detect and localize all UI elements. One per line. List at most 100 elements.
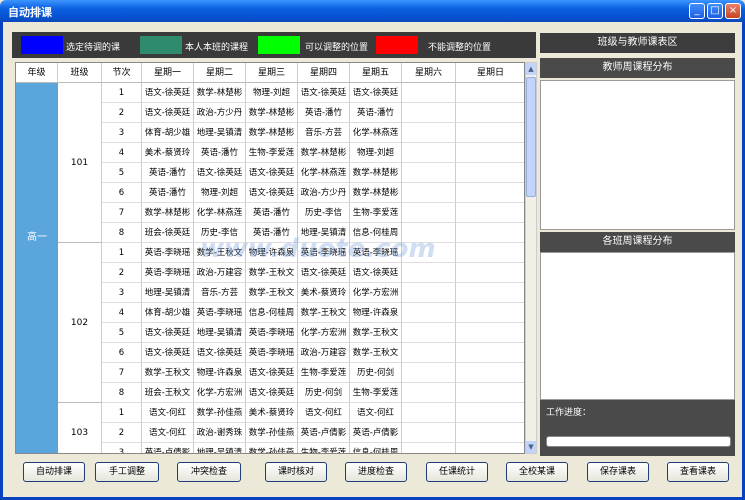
lesson-cell[interactable]: 英语-卢倩影 xyxy=(298,423,350,443)
lesson-cell[interactable]: 英语-李晓瑶 xyxy=(246,343,298,363)
lesson-cell[interactable] xyxy=(402,263,456,283)
lesson-cell[interactable] xyxy=(456,243,524,263)
teacher-week-distribution[interactable] xyxy=(540,80,735,230)
lesson-cell[interactable]: 语文-徐英廷 xyxy=(246,383,298,403)
lesson-cell[interactable]: 生物-李爱莲 xyxy=(350,383,402,403)
lesson-cell[interactable]: 语文-何红 xyxy=(350,403,402,423)
lesson-cell[interactable] xyxy=(402,103,456,123)
lesson-cell[interactable] xyxy=(402,283,456,303)
lesson-cell[interactable]: 语文-何红 xyxy=(298,403,350,423)
lesson-cell[interactable]: 体育-胡少雄 xyxy=(142,303,194,323)
lesson-cell[interactable]: 体育-胡少雄 xyxy=(142,123,194,143)
lesson-cell[interactable]: 语文-徐英廷 xyxy=(142,103,194,123)
lesson-cell[interactable]: 生物-李爱莲 xyxy=(246,143,298,163)
lesson-cell[interactable]: 数学-林楚彬 xyxy=(246,123,298,143)
lesson-cell[interactable] xyxy=(402,163,456,183)
grid-vertical-scrollbar[interactable]: ▲ ▼ xyxy=(525,62,537,454)
minimize-button[interactable]: _ xyxy=(689,3,705,19)
lesson-cell[interactable]: 数学-王秋文 xyxy=(298,303,350,323)
lesson-cell[interactable]: 数学-林楚彬 xyxy=(350,163,402,183)
lesson-cell[interactable] xyxy=(402,443,456,453)
lesson-cell[interactable]: 班会-王秋文 xyxy=(142,383,194,403)
lesson-cell[interactable]: 数学-林楚彬 xyxy=(194,83,246,103)
lesson-cell[interactable]: 音乐-方芸 xyxy=(194,283,246,303)
lesson-cell[interactable]: 英语-李晓瑶 xyxy=(246,323,298,343)
lesson-cell[interactable] xyxy=(402,303,456,323)
lesson-cell[interactable] xyxy=(402,183,456,203)
lesson-cell[interactable]: 信息-何桂周 xyxy=(246,303,298,323)
lesson-cell[interactable]: 语文-徐英廷 xyxy=(350,263,402,283)
lesson-cell[interactable]: 数学-林楚彬 xyxy=(298,143,350,163)
lesson-cell[interactable] xyxy=(456,163,524,183)
lesson-cell[interactable] xyxy=(402,323,456,343)
lesson-cell[interactable] xyxy=(456,83,524,103)
lesson-cell[interactable]: 数学-林楚彬 xyxy=(142,203,194,223)
lesson-cell[interactable] xyxy=(456,383,524,403)
lesson-cell[interactable] xyxy=(456,143,524,163)
lesson-cell[interactable]: 信息-何桂周 xyxy=(350,443,402,453)
lesson-cell[interactable]: 语文-徐英廷 xyxy=(142,343,194,363)
scroll-thumb[interactable] xyxy=(526,77,536,197)
lesson-cell[interactable]: 英语-潘竹 xyxy=(246,203,298,223)
lesson-cell[interactable]: 地理-吴镇清 xyxy=(194,123,246,143)
lesson-cell[interactable]: 物理-刘超 xyxy=(246,83,298,103)
lesson-cell[interactable] xyxy=(402,83,456,103)
lesson-cell[interactable]: 政治-方少丹 xyxy=(194,103,246,123)
lesson-cell[interactable]: 生物-李爱莲 xyxy=(298,443,350,453)
lesson-cell[interactable]: 语文-徐英廷 xyxy=(194,163,246,183)
close-button[interactable]: × xyxy=(725,3,741,19)
lesson-cell[interactable]: 历史-李信 xyxy=(298,203,350,223)
lesson-cell[interactable]: 英语-潘竹 xyxy=(142,183,194,203)
lesson-cell[interactable]: 数学-林楚彬 xyxy=(246,103,298,123)
lesson-cell[interactable]: 化学-方宏洲 xyxy=(350,283,402,303)
lesson-cell[interactable]: 美术-蔡贤玲 xyxy=(298,283,350,303)
lesson-cell[interactable] xyxy=(456,283,524,303)
lesson-cell[interactable]: 历史-何剑 xyxy=(350,363,402,383)
lesson-cell[interactable] xyxy=(456,223,524,243)
lesson-cell[interactable]: 语文-徐英廷 xyxy=(194,343,246,363)
lesson-cell[interactable]: 英语-潘竹 xyxy=(142,163,194,183)
lesson-cell[interactable] xyxy=(402,363,456,383)
lesson-cell[interactable]: 数学-王秋文 xyxy=(350,323,402,343)
lesson-cell[interactable]: 地理-吴镇清 xyxy=(194,323,246,343)
lesson-cell[interactable] xyxy=(456,403,524,423)
lesson-cell[interactable] xyxy=(456,123,524,143)
lesson-cell[interactable]: 化学-林燕莲 xyxy=(298,163,350,183)
lesson-cell[interactable]: 物理-刘超 xyxy=(194,183,246,203)
lesson-cell[interactable] xyxy=(456,423,524,443)
lesson-cell[interactable]: 数学-王秋文 xyxy=(142,363,194,383)
lesson-cell[interactable]: 物理-刘超 xyxy=(350,143,402,163)
lesson-cell[interactable]: 语文-徐英廷 xyxy=(350,83,402,103)
lesson-cell[interactable]: 生物-李爱莲 xyxy=(298,363,350,383)
lesson-cell[interactable]: 班会-徐英廷 xyxy=(142,223,194,243)
class-week-distribution[interactable] xyxy=(540,252,735,400)
lesson-cell[interactable]: 政治-万建容 xyxy=(194,263,246,283)
lesson-cell[interactable]: 语文-徐英廷 xyxy=(142,323,194,343)
scroll-up-icon[interactable]: ▲ xyxy=(526,63,536,75)
lesson-cell[interactable] xyxy=(402,423,456,443)
lesson-cell[interactable]: 英语-潘竹 xyxy=(298,103,350,123)
scroll-down-icon[interactable]: ▼ xyxy=(526,441,536,453)
button-6[interactable]: 任课统计 xyxy=(426,462,488,482)
lesson-cell[interactable]: 英语-李晓瑶 xyxy=(194,303,246,323)
lesson-cell[interactable]: 英语-潘竹 xyxy=(350,103,402,123)
lesson-cell[interactable] xyxy=(402,203,456,223)
lesson-cell[interactable]: 英语-李晓瑶 xyxy=(142,263,194,283)
lesson-cell[interactable]: 英语-卢倩影 xyxy=(142,443,194,453)
lesson-cell[interactable]: 地理-吴镇清 xyxy=(194,443,246,453)
button-8[interactable]: 保存课表 xyxy=(587,462,649,482)
lesson-cell[interactable]: 数学-孙佳燕 xyxy=(194,403,246,423)
lesson-cell[interactable] xyxy=(402,343,456,363)
lesson-cell[interactable]: 数学-王秋文 xyxy=(350,343,402,363)
button-4[interactable]: 课时核对 xyxy=(265,462,327,482)
lesson-cell[interactable] xyxy=(456,323,524,343)
lesson-cell[interactable]: 语文-徐英廷 xyxy=(246,163,298,183)
button-2[interactable]: 手工调整 xyxy=(95,462,159,482)
lesson-cell[interactable]: 化学-林燕莲 xyxy=(350,123,402,143)
lesson-cell[interactable]: 语文-徐英廷 xyxy=(142,83,194,103)
lesson-cell[interactable]: 音乐-方芸 xyxy=(298,123,350,143)
lesson-cell[interactable] xyxy=(402,123,456,143)
lesson-cell[interactable]: 语文-徐英廷 xyxy=(298,83,350,103)
lesson-cell[interactable]: 化学-方宏洲 xyxy=(298,323,350,343)
lesson-cell[interactable]: 语文-徐英廷 xyxy=(246,363,298,383)
